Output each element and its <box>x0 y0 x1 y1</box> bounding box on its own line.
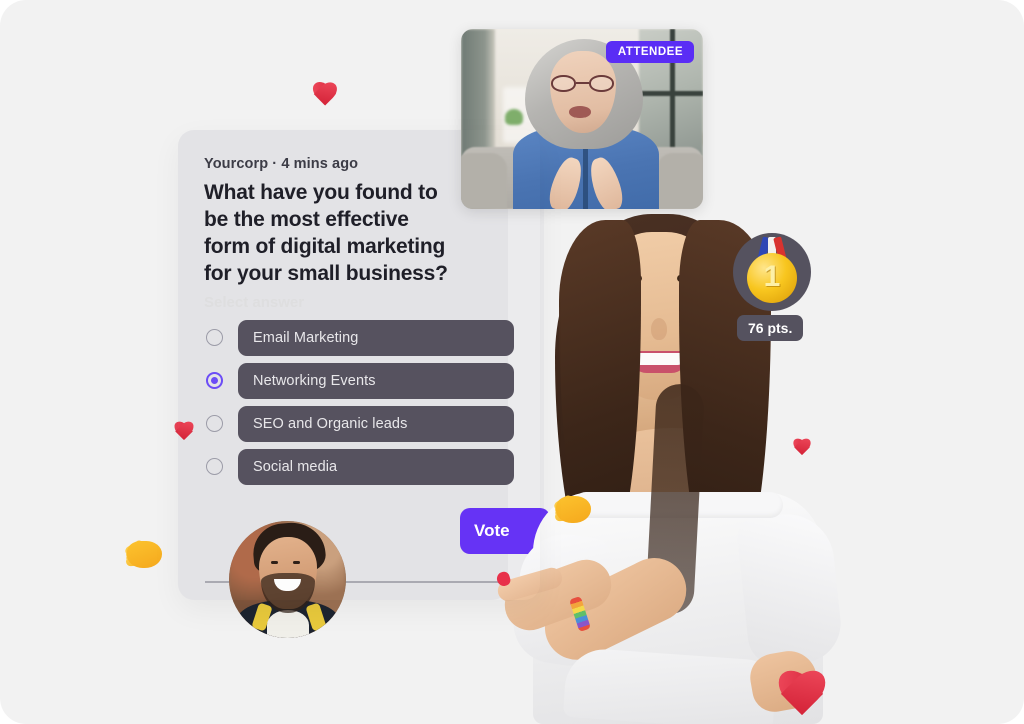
medal-disc: 1 <box>747 253 797 303</box>
presenter-lower-arm <box>562 646 778 724</box>
avatar-eye <box>271 561 278 564</box>
attendee-hands <box>545 154 627 209</box>
attendee-video-tile[interactable]: ATTENDEE <box>461 29 703 209</box>
promo-illustration-canvas: Yourcorp · 4 mins ago What have you foun… <box>0 0 1024 724</box>
radio-button-selected-icon[interactable] <box>206 372 223 389</box>
poll-option-label: Social media <box>253 459 338 475</box>
avatar-collar <box>267 610 309 638</box>
presenter-avatar[interactable] <box>229 521 346 638</box>
poll-option-label: SEO and Organic leads <box>253 416 408 432</box>
clap-reaction-icon <box>122 528 166 570</box>
clap-reaction-icon <box>551 483 595 525</box>
video-sofa-arm <box>461 153 507 209</box>
heart-reaction-icon <box>772 672 832 724</box>
first-place-medal-icon: 1 <box>733 233 811 311</box>
heart-reaction-icon <box>172 422 196 444</box>
video-window-frame <box>639 91 703 96</box>
poll-author-meta: Yourcorp · 4 mins ago <box>204 156 359 172</box>
select-answer-hint: Select answer <box>204 294 305 311</box>
radio-button-icon[interactable] <box>206 458 223 475</box>
presenter-shoulder-right <box>735 509 845 669</box>
presenter-nose <box>651 318 667 340</box>
attendee-badge: ATTENDEE <box>605 41 694 63</box>
radio-button-icon[interactable] <box>206 415 223 432</box>
heart-reaction-icon <box>791 439 813 459</box>
eyeglasses-icon <box>549 75 617 92</box>
poll-question: What have you found to be the most effec… <box>204 181 448 285</box>
presenter-teeth <box>633 353 685 365</box>
points-badge: 76 pts. <box>737 315 804 341</box>
poll-option-label: Email Marketing <box>253 330 359 346</box>
medal-rank-number: 1 <box>763 260 781 293</box>
poll-option-label: Networking Events <box>253 373 376 389</box>
avatar-eye <box>293 561 300 564</box>
attendee-mouth <box>569 106 591 118</box>
heart-reaction-icon <box>309 83 340 111</box>
video-plant <box>505 109 523 125</box>
video-sofa-arm <box>657 153 703 209</box>
radio-button-icon[interactable] <box>206 329 223 346</box>
